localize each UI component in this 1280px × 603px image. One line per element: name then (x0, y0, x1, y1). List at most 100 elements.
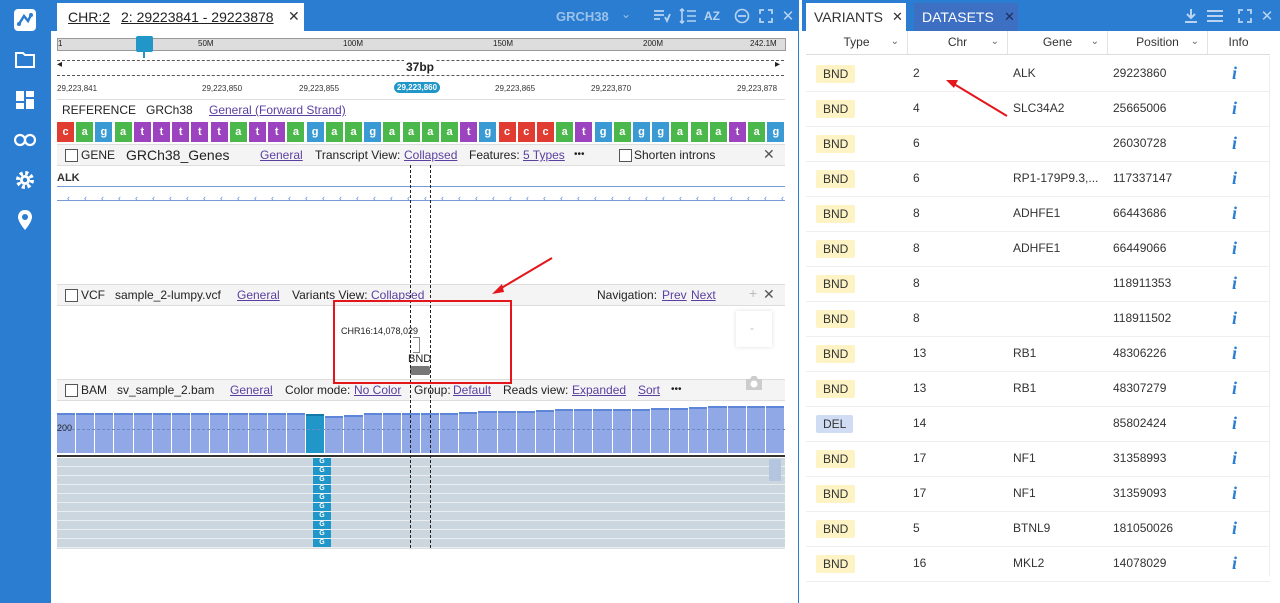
strand-arrow-icon: ‹ (254, 193, 257, 203)
table-row[interactable]: BND 2 ALK 29223860 i (806, 56, 1270, 92)
info-icon[interactable]: i (1232, 336, 1237, 371)
gene-track-close-icon[interactable]: ✕ (763, 146, 775, 163)
table-row[interactable]: BND 4 SLC34A2 25665006 i (806, 91, 1270, 127)
read-row[interactable]: G (57, 521, 785, 530)
close-panel-icon[interactable]: ✕ (1258, 7, 1276, 25)
read-row[interactable]: G (57, 458, 785, 467)
gene-track-general-link[interactable]: General (260, 148, 303, 162)
zoom-out-icon[interactable]: - (750, 321, 754, 335)
gene-track-more-icon[interactable]: ••• (574, 149, 585, 160)
tab-locus[interactable]: CHR:2 2: 29223841 - 29223878 ✕ (57, 3, 304, 31)
tab-datasets-close-icon[interactable]: ✕ (1004, 3, 1015, 31)
tab-datasets[interactable]: DATASETS ✕ (914, 3, 1018, 31)
info-icon[interactable]: i (1232, 476, 1237, 511)
sort-az-icon[interactable]: AZ (703, 7, 721, 25)
read-row[interactable]: G (57, 485, 785, 494)
column-header-chr[interactable]: Chr ⌄ (908, 31, 1008, 54)
reads-view-link[interactable]: Expanded (572, 383, 626, 397)
gene-track-checkbox[interactable] (65, 149, 78, 162)
tab-close-icon[interactable]: ✕ (288, 8, 300, 25)
read-row[interactable]: G (57, 494, 785, 503)
menu-icon[interactable] (1206, 7, 1224, 25)
info-icon[interactable]: i (1232, 301, 1237, 336)
zoom-in-icon[interactable]: + (749, 285, 757, 301)
sort-link[interactable]: Sort (638, 383, 660, 397)
table-row[interactable]: BND 13 RB1 48306226 i (806, 336, 1270, 372)
table-row[interactable]: BND 16 MKL2 14078029 i (806, 546, 1270, 582)
maximize-icon[interactable] (757, 7, 775, 25)
tab-variants-close-icon[interactable]: ✕ (892, 3, 903, 31)
coverage-bar (478, 411, 497, 453)
features-link[interactable]: 5 Types (523, 148, 565, 162)
table-row[interactable]: BND 8 ADHFE1 66443686 i (806, 196, 1270, 232)
dashboard-icon[interactable] (13, 88, 37, 112)
info-icon[interactable]: i (1232, 126, 1237, 161)
column-header-position[interactable]: Position ⌄ (1108, 31, 1208, 54)
read-row[interactable]: G (57, 512, 785, 521)
table-row[interactable]: BND 13 RB1 48307279 i (806, 371, 1270, 407)
read-row[interactable]: G (57, 530, 785, 539)
info-icon[interactable]: i (1232, 266, 1237, 301)
camera-icon[interactable] (744, 375, 764, 391)
vcf-track-general-link[interactable]: General (237, 288, 280, 302)
reads-scrollbar[interactable] (769, 459, 781, 481)
info-icon[interactable]: i (1232, 231, 1237, 266)
sort-lines-icon[interactable] (653, 7, 671, 25)
group-link[interactable]: Default (453, 383, 491, 397)
location-pin-icon[interactable] (13, 208, 37, 232)
base-cell: t (210, 122, 228, 142)
info-icon[interactable]: i (1232, 546, 1237, 581)
table-row[interactable]: BND 6 26030728 i (806, 126, 1270, 162)
table-row[interactable]: BND 5 BTNL9 181050026 i (806, 511, 1270, 547)
adjust-height-icon[interactable] (679, 7, 697, 25)
read-row[interactable]: G (57, 467, 785, 476)
info-icon[interactable]: i (1232, 91, 1237, 126)
nav-prev-link[interactable]: Prev (662, 288, 687, 302)
info-icon[interactable]: i (1232, 441, 1237, 476)
table-row[interactable]: BND 17 NF1 31358993 i (806, 441, 1270, 477)
tab-range-link[interactable]: 2: 29223841 - 29223878 (121, 9, 274, 25)
link-icon[interactable] (13, 128, 37, 152)
table-row[interactable]: BND 6 RP1-179P9.3,... 117337147 i (806, 161, 1270, 197)
variant-type-badge: BND (816, 485, 856, 503)
tab-variants[interactable]: VARIANTS ✕ (806, 3, 906, 31)
variant-type-badge: BND (816, 310, 856, 328)
chevron-down-icon[interactable]: ⌄ (621, 7, 631, 21)
table-row[interactable]: BND 8 118911502 i (806, 301, 1270, 337)
info-icon[interactable]: i (1232, 196, 1237, 231)
table-row[interactable]: DEL 14 85802424 i (806, 406, 1270, 442)
table-row[interactable]: BND 17 NF1 31359093 i (806, 476, 1270, 512)
read-row[interactable]: G (57, 503, 785, 512)
shorten-introns-checkbox[interactable] (619, 149, 632, 162)
folder-icon[interactable] (13, 48, 37, 72)
bam-track-checkbox[interactable] (65, 384, 78, 397)
info-icon[interactable]: i (1232, 56, 1237, 91)
vcf-track-close-icon[interactable]: ✕ (763, 286, 775, 303)
transcript-view-link[interactable]: Collapsed (404, 148, 457, 162)
info-icon[interactable]: i (1232, 406, 1237, 441)
read-row[interactable]: G (57, 539, 785, 548)
close-panel-icon[interactable]: ✕ (779, 7, 797, 25)
app-logo-icon[interactable] (13, 8, 37, 32)
ideogram-position-marker[interactable] (136, 36, 153, 52)
genome-selector[interactable]: GRCH38 (556, 9, 609, 24)
info-icon[interactable]: i (1232, 161, 1237, 196)
bam-track-more-icon[interactable]: ••• (671, 384, 682, 395)
column-header-type[interactable]: Type ⌄ (806, 31, 908, 54)
bam-track-general-link[interactable]: General (230, 383, 273, 397)
read-row[interactable]: G (57, 476, 785, 485)
table-row[interactable]: BND 8 ADHFE1 66449066 i (806, 231, 1270, 267)
minimize-icon[interactable] (733, 7, 751, 25)
info-icon[interactable]: i (1232, 371, 1237, 406)
maximize-icon[interactable] (1236, 7, 1254, 25)
info-icon[interactable]: i (1232, 511, 1237, 546)
color-mode-link[interactable]: No Color (354, 383, 401, 397)
reference-strand-link[interactable]: General (Forward Strand) (209, 103, 346, 117)
gear-icon[interactable] (13, 168, 37, 192)
nav-next-link[interactable]: Next (691, 288, 716, 302)
download-icon[interactable] (1182, 7, 1200, 25)
table-row[interactable]: BND 8 118911353 i (806, 266, 1270, 302)
column-header-gene[interactable]: Gene ⌄ (1008, 31, 1108, 54)
vcf-track-checkbox[interactable] (65, 289, 78, 302)
tab-chr-link[interactable]: CHR:2 (68, 9, 110, 25)
